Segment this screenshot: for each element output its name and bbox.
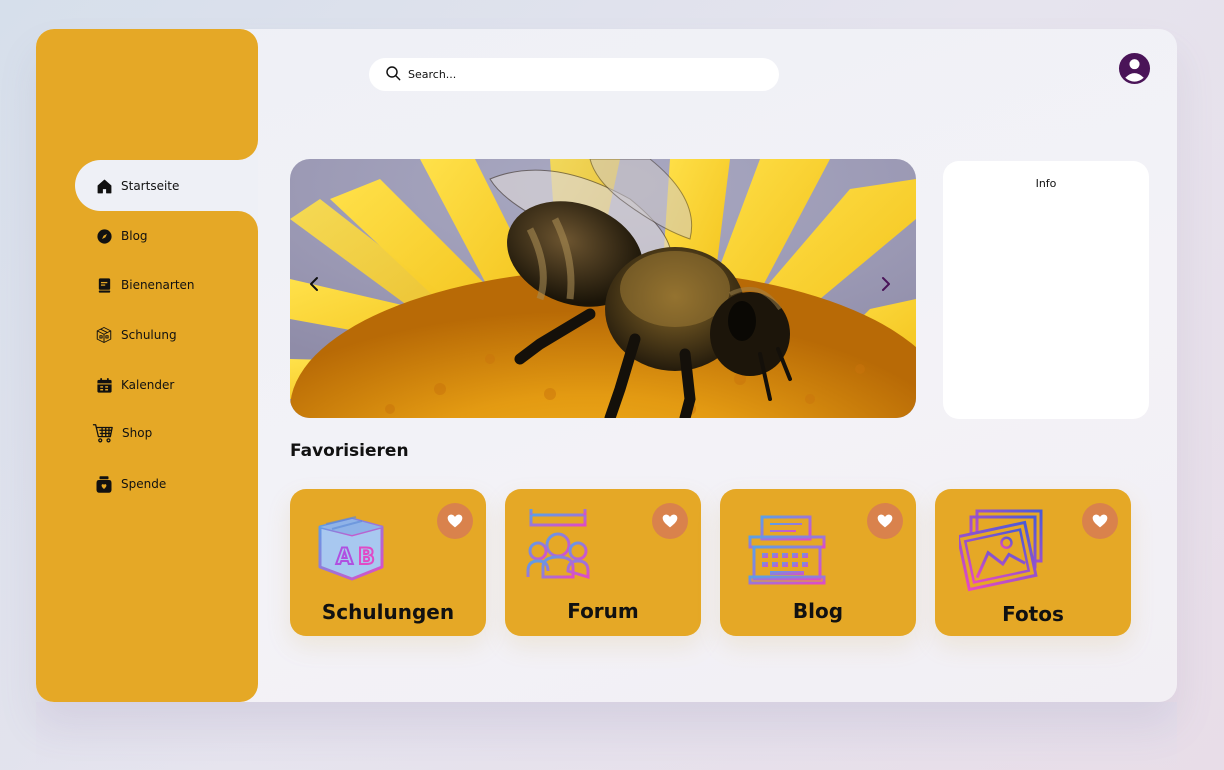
sidebar-item-spende[interactable]: Spende [95,472,166,496]
favorite-heart-button[interactable] [1082,503,1118,539]
sidebar-item-startseite[interactable]: Startseite [95,174,179,198]
sidebar-item-label: Startseite [121,179,180,193]
favorite-card-fotos[interactable]: Fotos [935,489,1131,636]
carousel-prev-button[interactable] [304,273,324,295]
photos-icon [956,509,1045,597]
donation-jar-icon [95,475,113,493]
favorite-card-label: Fotos [1002,602,1064,626]
sidebar-corner [238,211,258,231]
favorite-card-schulungen[interactable]: A B Schulungen [290,489,486,636]
people-icon [525,505,591,585]
svg-text:A: A [336,545,353,570]
info-panel: Info [943,161,1149,419]
home-icon [95,177,113,195]
sidebar-item-blog[interactable]: Blog [95,224,148,248]
sidebar-item-label: Spende [121,477,167,491]
favorite-heart-button[interactable] [867,503,903,539]
sidebar-item-bienenarten[interactable]: Bienenarten [95,273,195,297]
app-shadow [36,702,1177,770]
favorite-heart-button[interactable] [652,503,688,539]
svg-text:B: B [358,545,375,570]
favorite-heart-button[interactable] [437,503,473,539]
sidebar-item-kalender[interactable]: Kalender [95,373,174,397]
compass-icon [95,227,113,245]
sidebar-item-shop[interactable]: Shop [92,421,152,445]
carousel-next-button[interactable] [876,273,896,295]
search-icon [385,65,401,85]
cart-icon [92,424,114,443]
sidebar-item-label: Bienenarten [121,278,195,292]
ab-block-icon: A B [316,509,386,587]
search-input[interactable] [408,68,748,81]
sidebar-item-label: Kalender [121,378,175,392]
sidebar-item-label: Shop [122,426,153,440]
sidebar-item-label: Schulung [121,328,177,342]
hero-carousel-image [290,159,916,418]
info-title: Info [1035,177,1057,190]
typewriter-icon [748,515,826,589]
sidebar-corner [238,140,258,160]
user-avatar-icon[interactable] [1118,52,1151,85]
sidebar-item-schulung[interactable]: Schulung [95,323,177,347]
favorite-card-forum[interactable]: Forum [505,489,701,636]
box-icon [95,326,113,344]
favorite-card-blog[interactable]: Blog [720,489,916,636]
book-icon [95,276,113,294]
sidebar-item-label: Blog [121,229,148,243]
favorite-card-label: Forum [567,599,639,623]
favorites-title: Favorisieren [290,441,409,461]
favorite-card-label: Blog [792,599,844,623]
favorite-card-label: Schulungen [321,600,455,624]
calendar-icon [95,376,113,394]
search-bar[interactable] [369,58,779,91]
sidebar [36,29,258,702]
